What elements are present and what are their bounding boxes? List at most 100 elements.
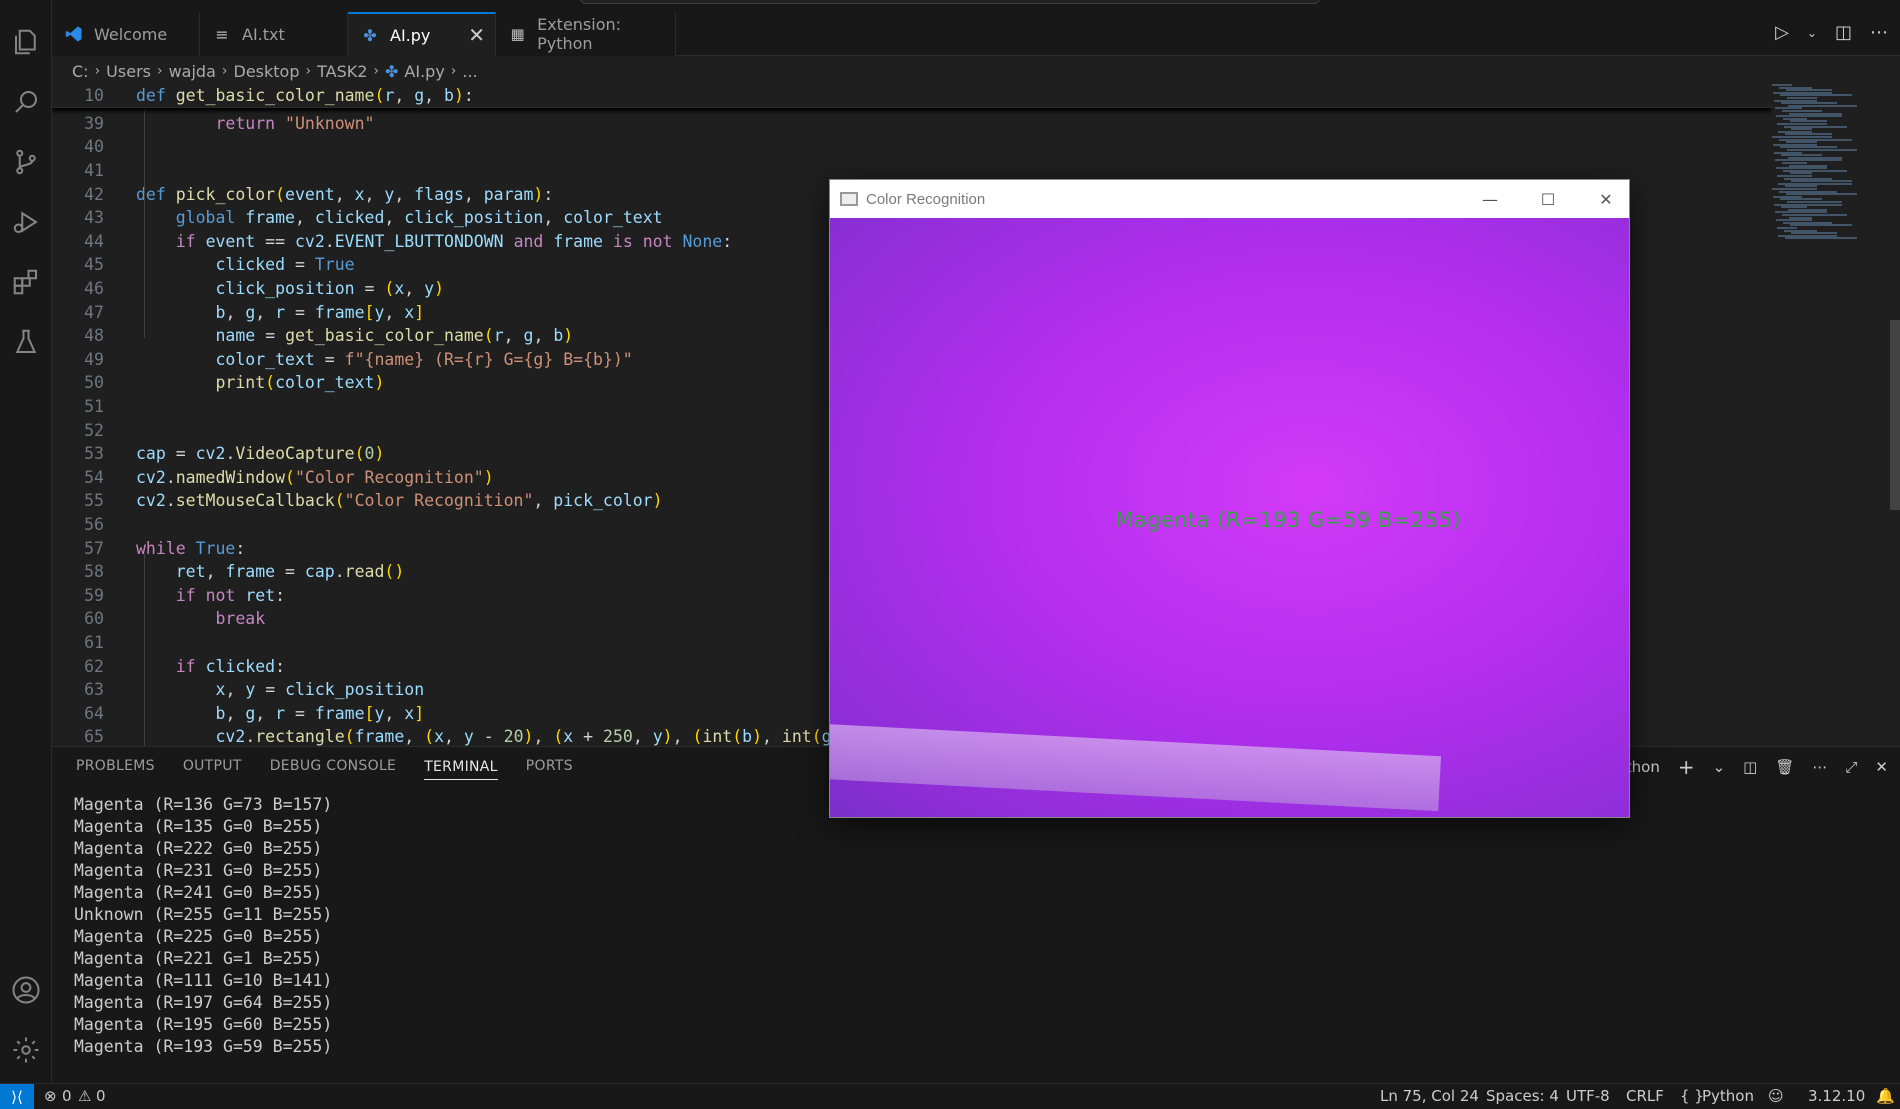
- terminal-line: Magenta (R=221 G=1 B=255): [74, 949, 323, 968]
- tab-label: AI.txt: [242, 24, 285, 44]
- minimize-icon[interactable]: —: [1467, 186, 1513, 212]
- maximize-panel-icon[interactable]: ⤢: [1845, 758, 1857, 776]
- remote-indicator-icon[interactable]: ⟩⟨: [0, 1084, 34, 1109]
- testing-icon[interactable]: [8, 324, 44, 360]
- terminal-line: Magenta (R=241 G=0 B=255): [74, 883, 323, 902]
- camera-frame[interactable]: Magenta (R=193 G=59 B=255): [830, 218, 1629, 817]
- breadcrumb-item[interactable]: C:: [72, 62, 89, 81]
- code-text: cap = cv2.VideoCapture(0): [136, 444, 385, 464]
- tab-debug-console[interactable]: DEBUG CONSOLE: [270, 758, 397, 774]
- tab-output[interactable]: OUTPUT: [183, 758, 242, 774]
- maximize-icon[interactable]: ☐: [1525, 186, 1571, 212]
- editor-scrollbar[interactable]: [1890, 320, 1900, 510]
- line-number: 57: [84, 538, 104, 558]
- terminal-line: Magenta (R=231 G=0 B=255): [74, 861, 323, 880]
- split-editor-icon[interactable]: ◫: [1835, 22, 1852, 43]
- terminal-line: Magenta (R=225 G=0 B=255): [74, 927, 323, 946]
- line-number: 40: [84, 137, 104, 157]
- run-icon[interactable]: ▷: [1775, 22, 1789, 43]
- warning-count[interactable]: 0: [96, 1087, 106, 1105]
- code-text: cv2.rectangle(frame, (x, y - 20), (x + 2…: [215, 727, 852, 746]
- explorer-icon[interactable]: [8, 24, 44, 60]
- breadcrumb-item[interactable]: TASK2: [317, 62, 367, 81]
- breadcrumb-item[interactable]: AI.py: [404, 62, 444, 81]
- error-icon[interactable]: ⊗: [44, 1087, 57, 1105]
- copilot-icon[interactable]: ☺: [1768, 1087, 1784, 1105]
- tab-ports[interactable]: PORTS: [526, 758, 573, 774]
- code-line[interactable]: 39 return "Unknown": [52, 112, 1772, 136]
- terminal-line: Magenta (R=197 G=64 B=255): [74, 993, 333, 1012]
- tab-label: Welcome: [94, 24, 168, 44]
- chevron-right-icon: ›: [94, 63, 101, 79]
- close-icon[interactable]: ✕: [1583, 186, 1629, 212]
- python-version[interactable]: 3.12.10: [1808, 1087, 1865, 1105]
- run-debug-icon[interactable]: [8, 204, 44, 240]
- window-titlebar[interactable]: Color Recognition — ☐ ✕: [830, 180, 1629, 218]
- line-number: 43: [84, 208, 104, 228]
- breadcrumb-item[interactable]: Desktop: [234, 62, 300, 81]
- chevron-down-icon[interactable]: ⌄: [1713, 758, 1726, 776]
- minimap[interactable]: [1772, 84, 1872, 746]
- language-mode[interactable]: Python: [1702, 1087, 1754, 1105]
- more-actions-icon[interactable]: ⋯: [1812, 758, 1827, 776]
- code-text: return "Unknown": [215, 113, 375, 133]
- accounts-icon[interactable]: [8, 972, 44, 1008]
- terminal-output[interactable]: Magenta (R=136 G=73 B=157) Magenta (R=135…: [74, 795, 332, 1059]
- sticky-scroll-line[interactable]: 10 def get_basic_color_name(r, g, b):: [52, 84, 1772, 108]
- color-recognition-window[interactable]: Color Recognition — ☐ ✕ Magenta (R=193 G…: [829, 179, 1630, 818]
- code-text: b, g, r = frame[y, x]: [215, 703, 425, 723]
- line-number: 47: [84, 302, 104, 322]
- extensions-icon[interactable]: [8, 264, 44, 300]
- encoding[interactable]: UTF-8: [1566, 1087, 1610, 1105]
- breadcrumb-item[interactable]: wajda: [169, 62, 216, 81]
- error-count[interactable]: 0: [62, 1087, 72, 1105]
- close-icon[interactable]: ✕: [1875, 758, 1888, 776]
- terminal-line: Magenta (R=135 G=0 B=255): [74, 817, 323, 836]
- line-number: 61: [84, 633, 104, 653]
- new-terminal-icon[interactable]: +: [1678, 755, 1695, 779]
- tab-extension-python[interactable]: ▦ Extension: Python: [496, 12, 676, 56]
- line-ending[interactable]: CRLF: [1626, 1087, 1664, 1105]
- line-number: 56: [84, 515, 104, 535]
- tab-problems[interactable]: PROBLEMS: [76, 758, 155, 774]
- breadcrumb-item[interactable]: ...: [462, 62, 477, 81]
- panel-tabs: PROBLEMS OUTPUT DEBUG CONSOLE TERMINAL P…: [76, 747, 573, 785]
- split-terminal-icon[interactable]: ◫: [1743, 758, 1757, 776]
- code-text: click_position = (x, y): [215, 279, 445, 299]
- cursor-position[interactable]: Ln 75, Col 24: [1380, 1087, 1479, 1105]
- source-control-icon[interactable]: [8, 144, 44, 180]
- line-number: 62: [84, 656, 104, 676]
- code-text: cv2.namedWindow("Color Recognition"): [136, 467, 494, 487]
- tab-welcome[interactable]: Welcome: [52, 12, 200, 56]
- tab-ai-txt[interactable]: ≡ AI.txt: [200, 12, 348, 56]
- code-text: break: [215, 609, 266, 629]
- line-number: 54: [84, 467, 104, 487]
- window-title: Color Recognition: [866, 190, 986, 208]
- more-actions-icon[interactable]: ⋯: [1870, 22, 1888, 43]
- indentation[interactable]: Spaces: 4: [1486, 1087, 1559, 1105]
- tab-terminal[interactable]: TERMINAL: [424, 759, 498, 780]
- close-icon[interactable]: ✕: [468, 23, 485, 47]
- activity-bar: [0, 0, 52, 1083]
- command-center[interactable]: [580, 0, 1320, 4]
- language-braces-icon: { }: [1680, 1087, 1704, 1105]
- line-number: 10: [84, 85, 104, 105]
- indent-guide: [144, 108, 145, 338]
- notifications-bell-icon[interactable]: 🔔: [1876, 1087, 1895, 1105]
- settings-gear-icon[interactable]: [8, 1032, 44, 1068]
- warning-icon[interactable]: ⚠: [78, 1087, 91, 1105]
- code-text: color_text = f"{name} (R={r} G={g} B={b}…: [215, 349, 633, 369]
- code-text: x, y = click_position: [215, 680, 425, 700]
- trash-icon[interactable]: 🗑: [1775, 758, 1794, 776]
- editor-tab-bar: Welcome ≡ AI.txt ✤ AI.py ✕ ▦ Extension: …: [52, 12, 1900, 56]
- search-icon[interactable]: [8, 84, 44, 120]
- code-text: global frame, clicked, click_position, c…: [175, 208, 663, 228]
- code-text: if event == cv2.EVENT_LBUTTONDOWN and fr…: [175, 231, 733, 251]
- line-number: 45: [84, 255, 104, 275]
- chevron-down-icon[interactable]: ⌄: [1807, 26, 1817, 40]
- color-label-overlay: Magenta (R=193 G=59 B=255): [1115, 508, 1462, 532]
- chevron-right-icon: ›: [305, 63, 312, 79]
- code-line[interactable]: 40: [52, 135, 1772, 159]
- tab-ai-py[interactable]: ✤ AI.py ✕: [348, 12, 496, 56]
- breadcrumb-item[interactable]: Users: [106, 62, 151, 81]
